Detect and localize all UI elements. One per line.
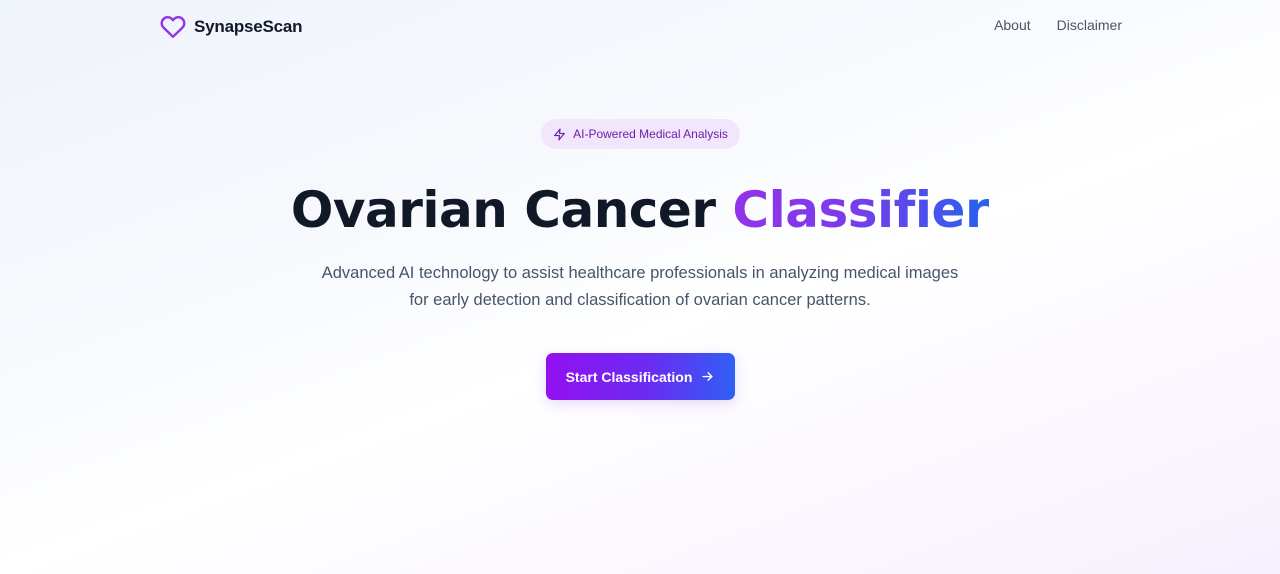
subtitle-line-1: Advanced AI technology to assist healthc… (321, 264, 959, 282)
subtitle-line-2: for early detection and classification o… (409, 291, 871, 309)
lightning-icon (554, 127, 566, 141)
title-accent: Classifier (732, 181, 990, 239)
start-classification-button[interactable]: Start Classification (546, 353, 735, 400)
hero-section: AI-Powered Medical Analysis Ovarian Canc… (0, 0, 1280, 574)
badge-label: AI-Powered Medical Analysis (573, 127, 728, 141)
hero-subtitle: Advanced AI technology to assist healthc… (300, 260, 980, 314)
title-main: Ovarian Cancer (290, 181, 716, 239)
page-title: Ovarian Cancer Classifier (0, 178, 1280, 242)
cta-label: Start Classification (565, 368, 693, 385)
ai-badge: AI-Powered Medical Analysis (541, 119, 740, 149)
arrow-right-icon (702, 372, 713, 381)
